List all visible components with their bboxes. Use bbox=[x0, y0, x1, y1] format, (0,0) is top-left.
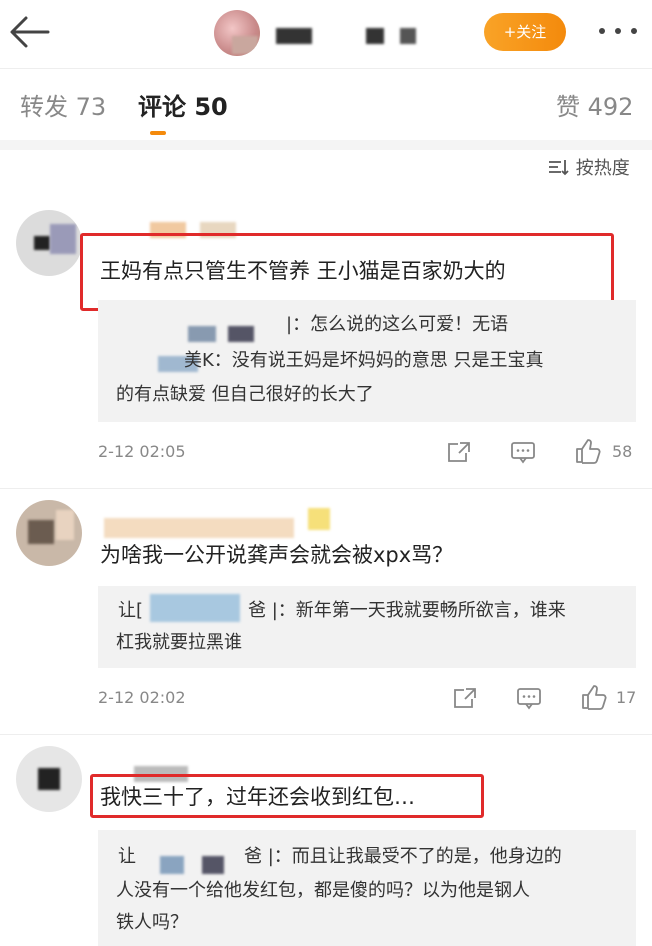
reply-line: 铁人吗？ bbox=[116, 912, 188, 933]
commenter-avatar[interactable] bbox=[16, 500, 82, 566]
divider bbox=[0, 734, 652, 735]
sort-label: 按热度 bbox=[575, 158, 630, 179]
active-tab-indicator bbox=[150, 131, 166, 135]
comment-icon[interactable] bbox=[516, 686, 542, 714]
sort-icon bbox=[548, 158, 576, 179]
commenter-avatar[interactable] bbox=[16, 746, 82, 812]
follow-button[interactable]: +关注 bbox=[484, 13, 566, 51]
comment-text: 王妈有点只管生不管养 王小猫是百家奶大的 bbox=[100, 259, 506, 283]
back-arrow-icon[interactable] bbox=[8, 12, 56, 56]
like-count: 58 bbox=[612, 442, 633, 461]
reply-line: 美K：没有说王妈是坏妈妈的意思 只是王宝真 bbox=[184, 350, 544, 371]
reply-line: 人没有一个给他发红包，都是傻的吗？以为他是钢人 bbox=[116, 880, 530, 901]
like-icon[interactable] bbox=[580, 684, 608, 714]
comment-text: 我快三十了，过年还会收到红包… bbox=[100, 785, 415, 809]
comment-text: 为啥我一公开说龚声会就会被xpx骂？ bbox=[100, 543, 454, 567]
like-icon[interactable] bbox=[574, 438, 602, 468]
tab-reposts[interactable]: 转发 73 bbox=[20, 90, 106, 124]
reply-line: 让 bbox=[118, 846, 136, 867]
reply-line: 爸 |：而且让我最受不了的是，他身边的 bbox=[244, 846, 562, 867]
sort-by-popularity[interactable]: 按热度 bbox=[548, 155, 630, 183]
top-bar: +关注 bbox=[0, 0, 652, 69]
comment-time: 2-12 02:05 bbox=[98, 442, 186, 461]
commenter-avatar[interactable] bbox=[16, 210, 82, 276]
divider bbox=[0, 488, 652, 489]
comment-icon[interactable] bbox=[510, 440, 536, 468]
tab-comments[interactable]: 评论 50 bbox=[138, 90, 228, 124]
more-dots-icon[interactable] bbox=[596, 16, 640, 46]
share-icon[interactable] bbox=[446, 440, 472, 468]
author-avatar[interactable] bbox=[214, 10, 260, 56]
section-divider bbox=[0, 140, 652, 150]
reply-line: 爸 |：新年第一天我就要畅所欲言，谁来 bbox=[248, 600, 566, 621]
reply-line: 让[ bbox=[118, 600, 144, 621]
tab-likes[interactable]: 赞 492 bbox=[556, 90, 633, 124]
like-count: 17 bbox=[616, 688, 637, 707]
reply-line: 的有点缺爱 但自己很好的长大了 bbox=[116, 384, 374, 405]
reply-line: 杠我就要拉黑谁 bbox=[116, 632, 242, 653]
share-icon[interactable] bbox=[452, 686, 478, 714]
username-pixelated bbox=[276, 28, 312, 44]
commenter-name-pixelated bbox=[104, 518, 294, 538]
reply-line: |：怎么说的这么可爱！无语 bbox=[286, 314, 509, 335]
comment-time: 2-12 02:02 bbox=[98, 688, 186, 707]
